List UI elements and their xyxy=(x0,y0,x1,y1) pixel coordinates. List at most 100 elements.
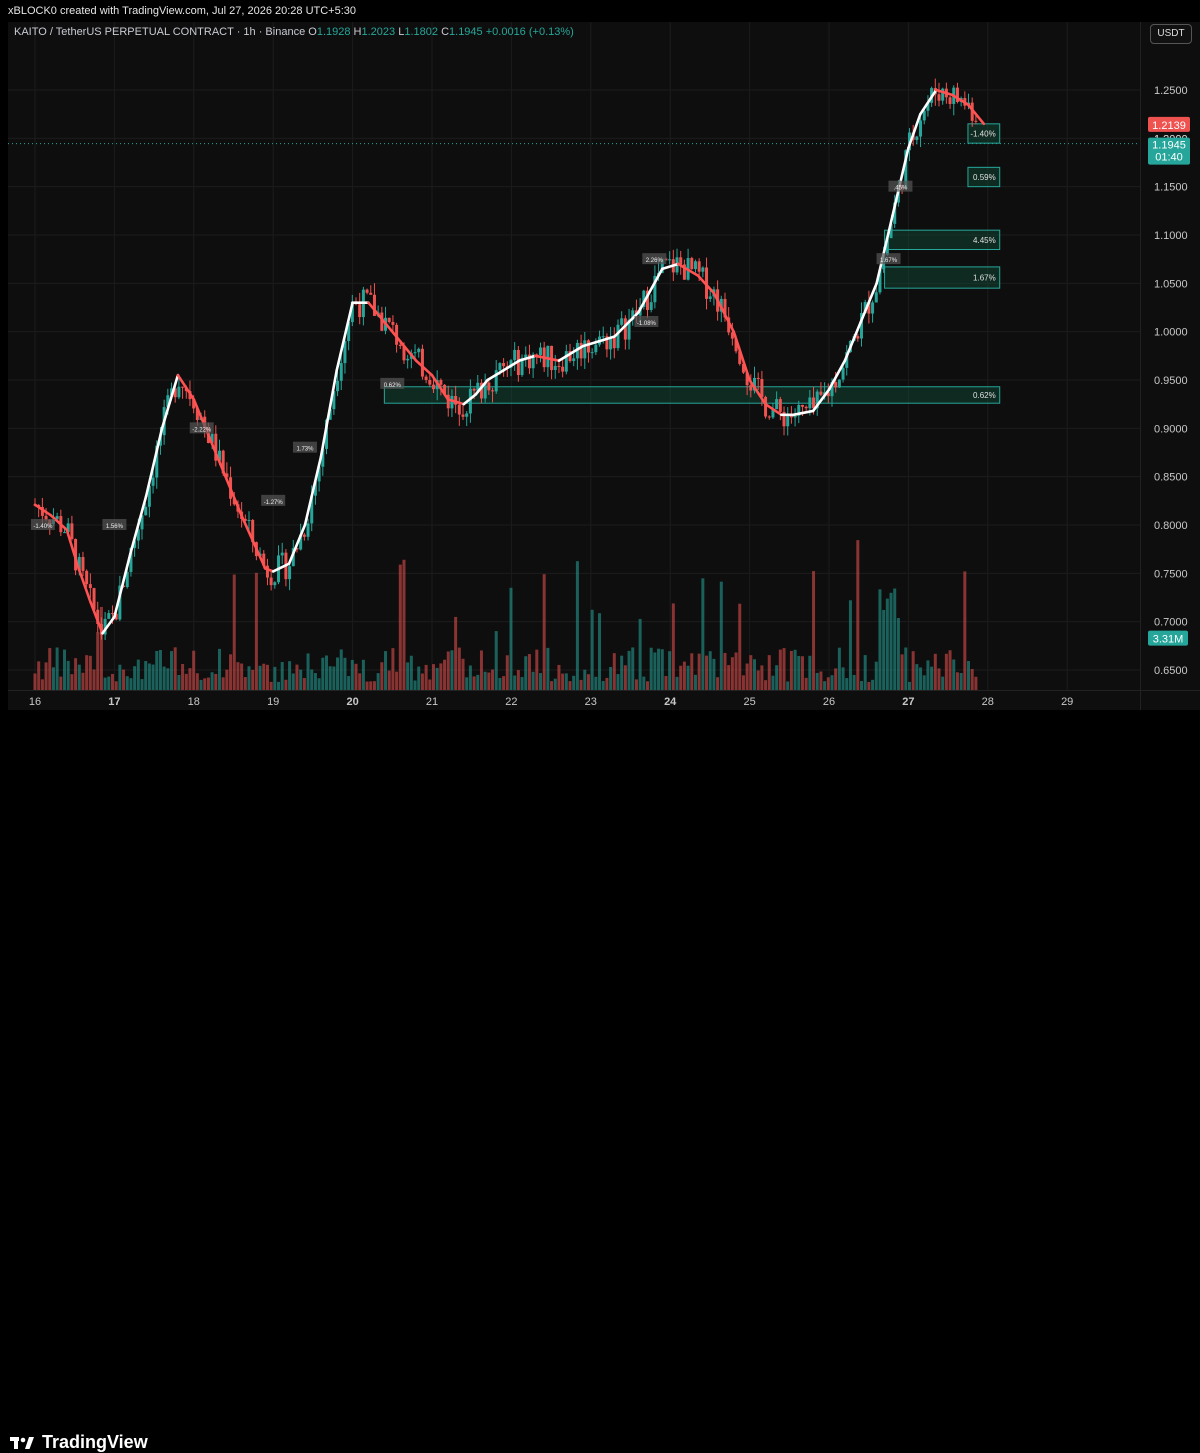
candle-body xyxy=(144,506,148,516)
volume-bar xyxy=(350,659,354,690)
volume-bar xyxy=(372,681,376,690)
volume-bar xyxy=(830,675,834,690)
volume-bar xyxy=(74,658,78,690)
volume-bar xyxy=(424,664,428,690)
volume-bar xyxy=(92,669,96,690)
volume-bar xyxy=(594,676,598,690)
volume-bar xyxy=(686,665,690,690)
candle-body xyxy=(974,120,978,122)
price-tick-label: 0.7500 xyxy=(1154,568,1188,580)
volume-bar xyxy=(291,673,295,690)
open-label: O xyxy=(308,26,317,38)
volume-bar xyxy=(800,656,804,690)
zone-label: 4.45% xyxy=(973,236,996,245)
volume-bar xyxy=(147,663,151,690)
volume-bar xyxy=(612,653,616,690)
time-tick-label: 23 xyxy=(585,696,597,708)
volume-bar xyxy=(288,661,292,690)
candle-body xyxy=(620,318,624,325)
volume-bar xyxy=(671,603,675,690)
volume-bar xyxy=(81,672,85,690)
volume-bar xyxy=(361,659,365,690)
volume-bar xyxy=(660,649,664,690)
candle-body xyxy=(85,570,89,585)
volume-bar xyxy=(387,670,391,690)
candle-body xyxy=(491,390,495,392)
volume-bar xyxy=(564,673,568,690)
time-tick-label: 26 xyxy=(823,696,835,708)
brand[interactable]: TradingView xyxy=(10,1432,148,1453)
volume-bar xyxy=(243,677,247,690)
volume-bar xyxy=(948,650,952,690)
volume-bar xyxy=(627,650,631,690)
volume-bar xyxy=(376,673,380,690)
currency-button[interactable]: USDT xyxy=(1150,24,1192,44)
volume-bar xyxy=(893,588,897,690)
volume-bar xyxy=(557,664,561,690)
volume-bar xyxy=(468,665,472,690)
candle-body xyxy=(502,363,506,367)
volume-bar xyxy=(420,673,424,690)
candle-body xyxy=(679,257,683,265)
volume-bar xyxy=(586,674,590,690)
candle-body xyxy=(760,379,764,397)
volume-bar xyxy=(454,616,458,690)
volume-bar xyxy=(380,662,384,690)
candle-body xyxy=(708,296,712,299)
volume-bar xyxy=(310,669,314,690)
volume-bar xyxy=(354,663,358,690)
time-tick-label: 25 xyxy=(743,696,755,708)
candle-body xyxy=(81,557,85,571)
countdown-text: 01:40 xyxy=(1155,152,1183,164)
symbol-name[interactable]: KAITO / TetherUS PERPETUAL CONTRACT · 1h… xyxy=(14,26,305,38)
volume-bar xyxy=(409,655,413,690)
volume-bar xyxy=(712,658,716,690)
volume-bar xyxy=(465,677,469,690)
volume-bar xyxy=(269,681,273,690)
volume-bar xyxy=(789,650,793,690)
volume-bar xyxy=(782,648,786,690)
price-tick-label: 0.7000 xyxy=(1154,617,1188,629)
candle-body xyxy=(151,477,155,486)
small-label-text: 2.26% xyxy=(646,258,664,264)
volume-bar xyxy=(609,666,613,690)
chart-svg[interactable]: -1.40% 0.59% 4.45% 1.67% 0.62% -1.40% 1.56% -2… xyxy=(0,0,1200,710)
high-value: 1.2023 xyxy=(361,26,396,38)
low-value: 1.1802 xyxy=(404,26,438,38)
volume-bar xyxy=(498,677,502,690)
volume-bar xyxy=(44,662,48,690)
volume-bar xyxy=(955,672,959,690)
volume-bar xyxy=(553,678,557,690)
zone-label: 1.67% xyxy=(973,274,996,283)
volume-bar xyxy=(321,657,325,690)
volume-bar xyxy=(841,667,845,690)
price-tick-label: 1.1500 xyxy=(1154,182,1188,194)
zone-label: -1.40% xyxy=(970,130,995,139)
volume-text: 3.31M xyxy=(1153,634,1184,646)
candle-body xyxy=(616,324,620,349)
candle-body xyxy=(764,396,768,417)
volume-bar xyxy=(494,631,498,690)
price-tick-label: 0.9000 xyxy=(1154,423,1188,435)
volume-bar xyxy=(970,668,974,690)
volume-bar xyxy=(151,664,155,690)
ma-segment xyxy=(144,427,164,498)
volume-bar xyxy=(878,589,882,690)
volume-bar xyxy=(66,660,70,690)
volume-bar xyxy=(900,654,904,690)
candle-body xyxy=(572,358,576,362)
volume-bar xyxy=(236,662,240,690)
volume-bar xyxy=(118,664,122,690)
candle-body xyxy=(786,415,790,427)
volume-bar xyxy=(631,647,635,690)
volume-bar xyxy=(693,674,697,690)
candle-body xyxy=(181,386,185,388)
candle-body xyxy=(668,259,672,261)
moving-average xyxy=(33,88,986,635)
volume-bar xyxy=(181,663,185,690)
candle-body xyxy=(457,404,461,415)
volume-bar xyxy=(195,673,199,690)
volume-bar xyxy=(358,673,362,690)
price-tick-label: 0.8000 xyxy=(1154,520,1188,532)
volume-bar xyxy=(487,672,491,690)
